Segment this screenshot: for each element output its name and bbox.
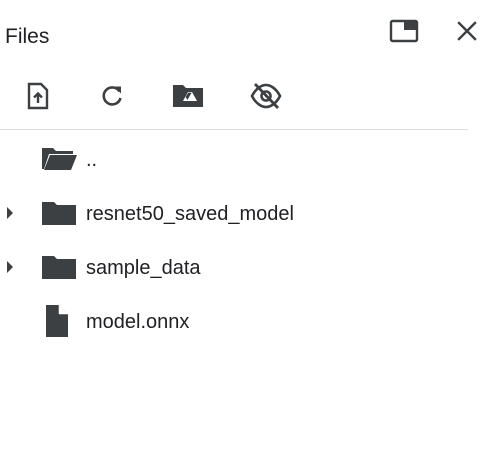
- files-panel-header: Files: [0, 0, 490, 75]
- tree-item-label: model.onnx: [86, 311, 190, 333]
- files-panel: Files .. resnet50_saved_model sample_dat…: [0, 0, 490, 465]
- tree-item-label: resnet50_saved_model: [86, 203, 294, 225]
- upload-button[interactable]: [18, 76, 58, 116]
- tree-item-sample-data[interactable]: sample_data: [0, 240, 490, 294]
- mount-drive-icon: [171, 83, 205, 109]
- tree-item-parent-folder[interactable]: ..: [0, 132, 490, 186]
- toggle-hidden-files-button[interactable]: [246, 76, 286, 116]
- toolbar-divider: [0, 129, 468, 130]
- folder-icon: [40, 252, 78, 282]
- caret-right-icon[interactable]: [5, 206, 15, 220]
- close-icon: [455, 19, 479, 43]
- refresh-button[interactable]: [92, 76, 132, 116]
- tree-item-resnet50-saved-model[interactable]: resnet50_saved_model: [0, 186, 490, 240]
- caret-right-icon[interactable]: [5, 260, 15, 274]
- files-toolbar: [0, 76, 490, 120]
- tree-item-label: ..: [86, 149, 98, 171]
- file-icon: [40, 305, 78, 337]
- refresh-icon: [99, 83, 125, 109]
- maximize-panel-icon: [389, 19, 419, 43]
- tree-item-model-onnx[interactable]: model.onnx: [0, 294, 490, 348]
- hide-hidden-files-icon: [249, 81, 283, 111]
- mount-drive-button[interactable]: [168, 76, 208, 116]
- folder-icon: [40, 198, 78, 228]
- open-folder-icon: [40, 144, 78, 174]
- maximize-panel-button[interactable]: [389, 16, 419, 46]
- panel-title: Files: [5, 25, 50, 48]
- close-panel-button[interactable]: [452, 16, 482, 46]
- upload-file-icon: [26, 82, 50, 110]
- tree-item-label: sample_data: [86, 257, 201, 279]
